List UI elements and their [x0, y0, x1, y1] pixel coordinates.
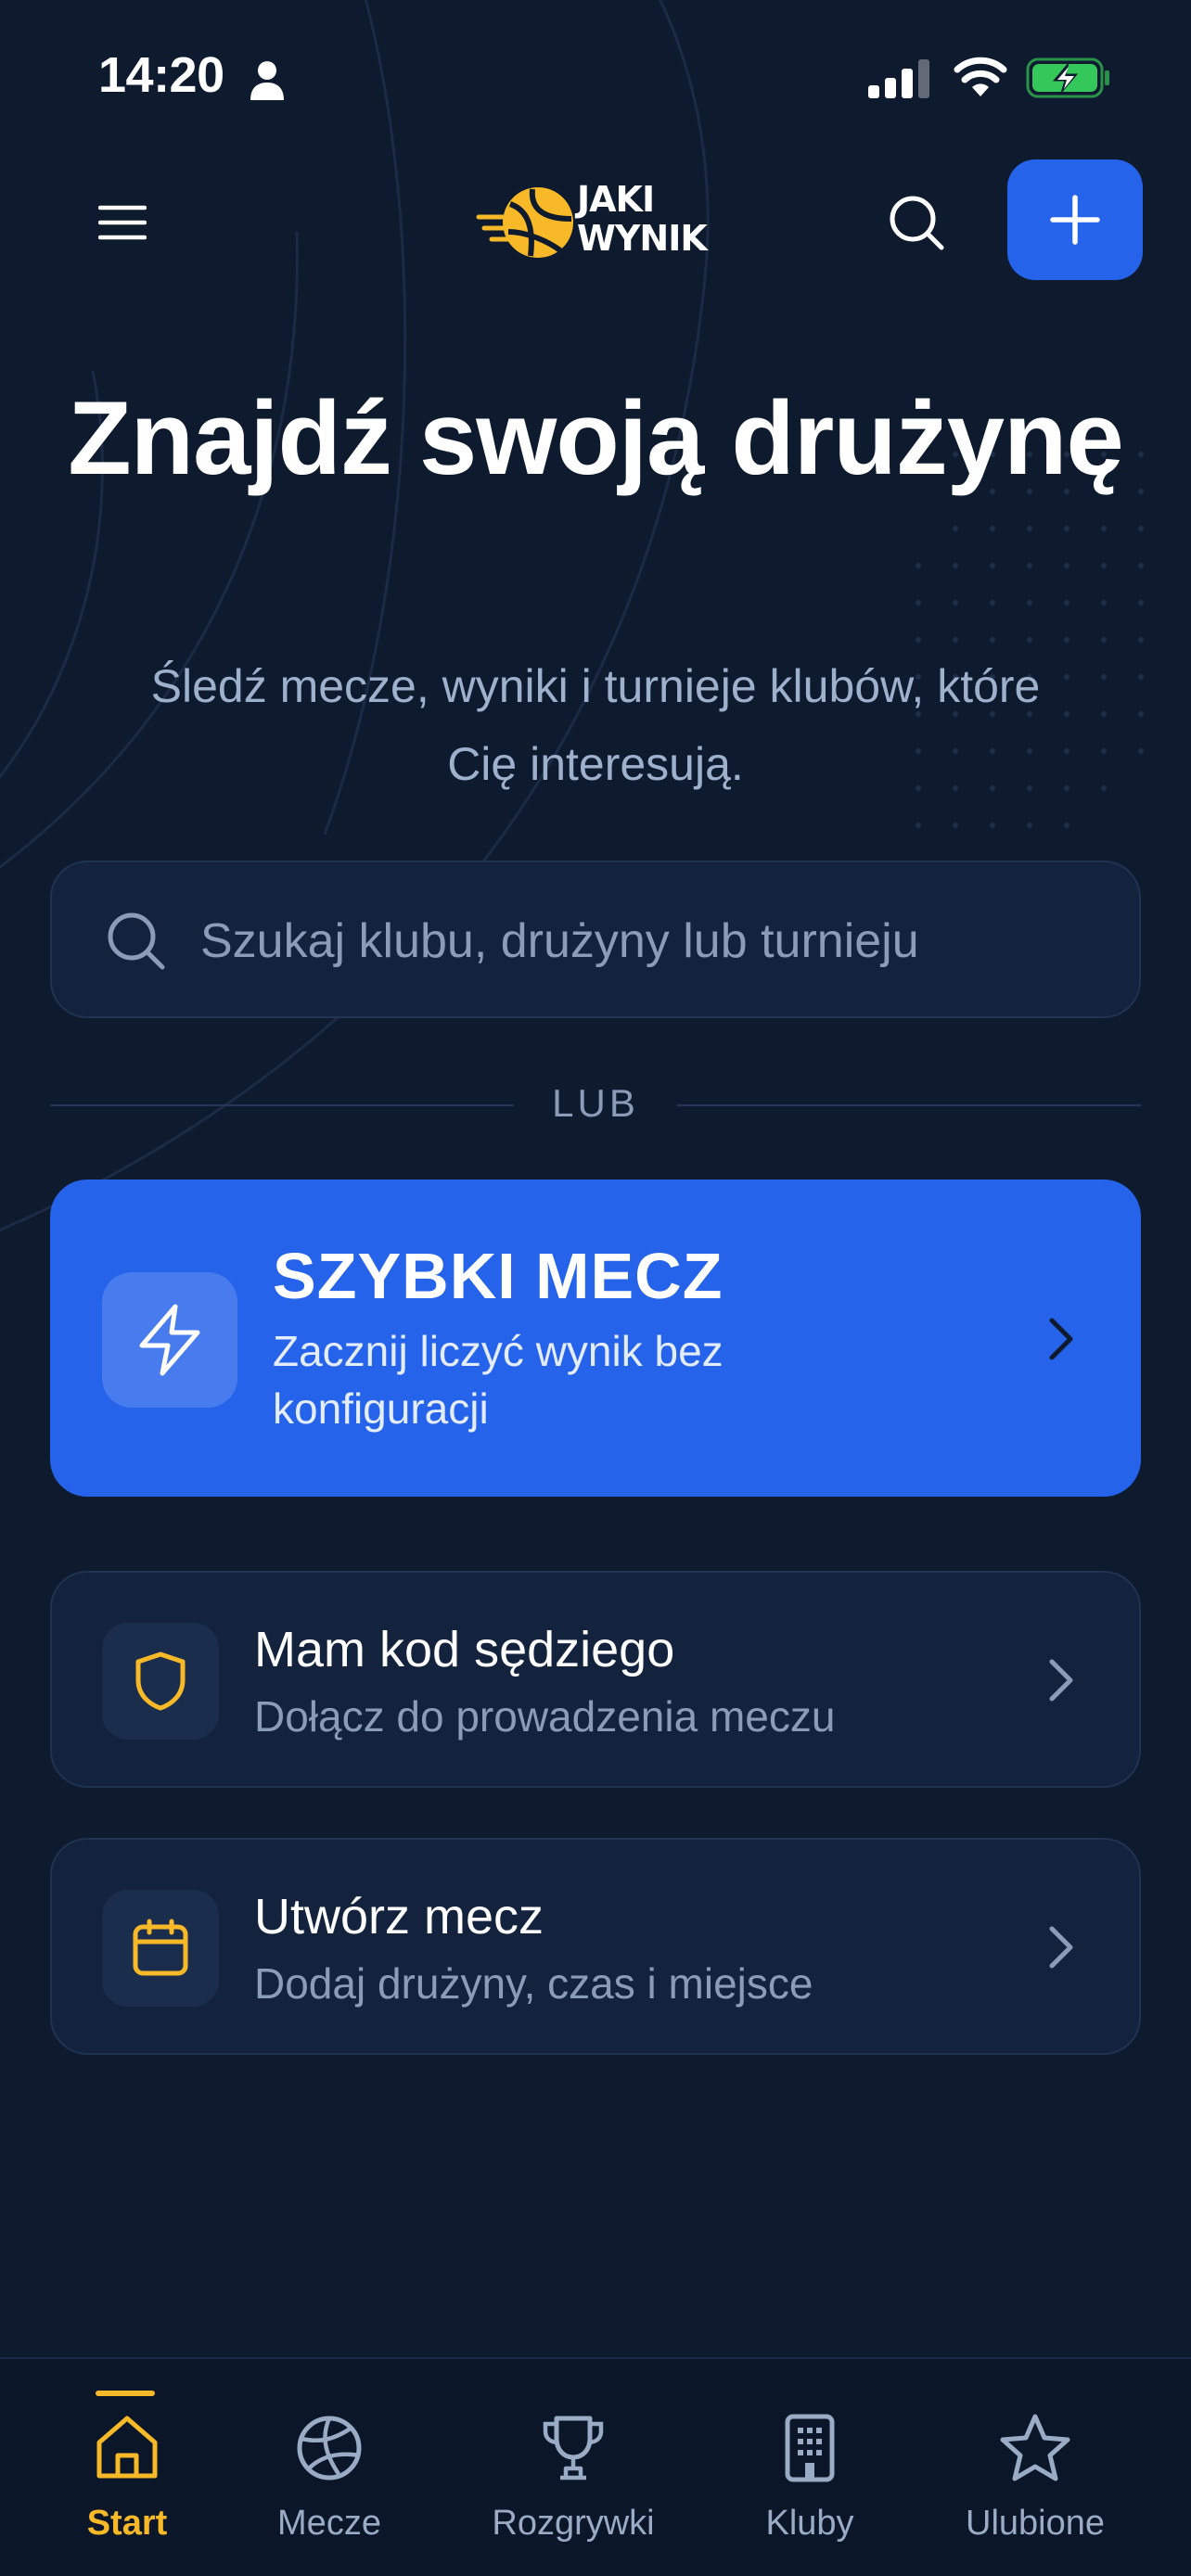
nav-label-ulubione: Ulubione [966, 2504, 1105, 2543]
chevron-right-icon [1049, 1926, 1073, 1969]
referee-code-description: Dołącz do prowadzenia meczu [254, 1692, 836, 1741]
create-match-title: Utwórz mecz [254, 1889, 544, 1945]
home-icon [96, 2416, 158, 2479]
wifi-icon [954, 57, 1007, 96]
search-field-icon [108, 912, 165, 970]
menu-icon [98, 205, 147, 240]
volleyball-logo-icon [476, 187, 573, 258]
star-icon [1000, 2414, 1070, 2481]
referee-code-title: Mam kod sędziego [254, 1622, 675, 1677]
search-icon [890, 196, 944, 250]
logo-line-1: JAKI [577, 179, 655, 220]
divider-line-left [50, 1104, 514, 1106]
quick-match-icon-wrap [102, 1272, 237, 1408]
quick-match-title: SZYBKI MECZ [273, 1240, 724, 1312]
quick-match-description: Zacznij liczyć wynik bez konfiguracji [273, 1327, 724, 1433]
nav-item-start[interactable]: Start [25, 2359, 229, 2576]
search-box[interactable] [50, 861, 1141, 1018]
status-time: 14:20 [98, 47, 224, 103]
chevron-right-icon [1049, 1659, 1073, 1702]
calendar-icon [133, 1919, 188, 1976]
quick-match-button[interactable]: SZYBKI MECZ Zacznij liczyć wynik bez kon… [50, 1180, 1141, 1497]
page-title: Znajdź swoją drużynę [68, 380, 1124, 496]
nav-item-ulubione[interactable]: Ulubione [933, 2359, 1137, 2576]
referee-code-icon-wrap [102, 1623, 219, 1740]
volleyball-icon [297, 2416, 362, 2480]
divider-line-right [677, 1104, 1141, 1106]
building-icon [785, 2414, 835, 2482]
nav-item-mecze[interactable]: Mecze [227, 2359, 431, 2576]
lightning-icon [139, 1304, 200, 1376]
logo-line-2: WYNIK [577, 218, 708, 259]
nav-label-mecze: Mecze [277, 2504, 381, 2543]
plus-icon [1050, 195, 1100, 245]
shield-icon [135, 1651, 186, 1711]
status-bar: 14:20 [0, 0, 1191, 158]
trophy-icon [543, 2416, 604, 2480]
referee-code-button[interactable]: Mam kod sędziego Dołącz do prowadzenia m… [50, 1571, 1141, 1788]
add-button[interactable] [1007, 159, 1143, 280]
page-subtitle: Śledź mecze, wyniki i turnieje klubów, k… [150, 660, 1041, 790]
nav-item-rozgrywki[interactable]: Rozgrywki [471, 2359, 675, 2576]
nav-label-start: Start [86, 2504, 168, 2543]
nav-active-indicator [96, 2391, 155, 2396]
person-icon [250, 61, 284, 100]
divider-label: LUB [552, 1081, 639, 1125]
nav-item-kluby[interactable]: Kluby [708, 2359, 912, 2576]
create-match-icon-wrap [102, 1890, 219, 2007]
app-logo: JAKI WYNIK [475, 176, 716, 269]
create-match-button[interactable]: Utwórz mecz Dodaj drużyny, czas i miejsc… [50, 1838, 1141, 2055]
chevron-right-icon [1049, 1318, 1073, 1360]
nav-label-rozgrywki: Rozgrywki [492, 2504, 655, 2543]
menu-button[interactable] [89, 189, 156, 256]
signal-icon [868, 59, 929, 98]
nav-label-kluby: Kluby [765, 2504, 854, 2543]
search-input[interactable] [200, 899, 1091, 983]
create-match-description: Dodaj drużyny, czas i miejsce [254, 1959, 813, 2008]
search-button[interactable] [879, 185, 954, 260]
logo-wordmark: JAKI WYNIK [577, 179, 708, 259]
bottom-nav: Start Mecze Rozgrywki Kluby Ulubione [0, 2357, 1191, 2576]
battery-charging-icon [1026, 57, 1109, 98]
